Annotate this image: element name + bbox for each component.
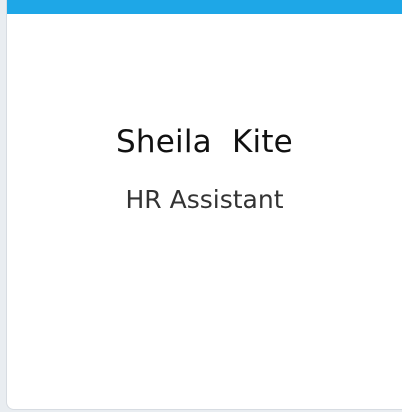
employee-job-title: HR Assistant [125,185,284,214]
card-accent-bar [7,0,402,14]
employee-card[interactable]: Sheila Kite HR Assistant [6,0,402,410]
employee-name: Sheila Kite [116,124,293,160]
